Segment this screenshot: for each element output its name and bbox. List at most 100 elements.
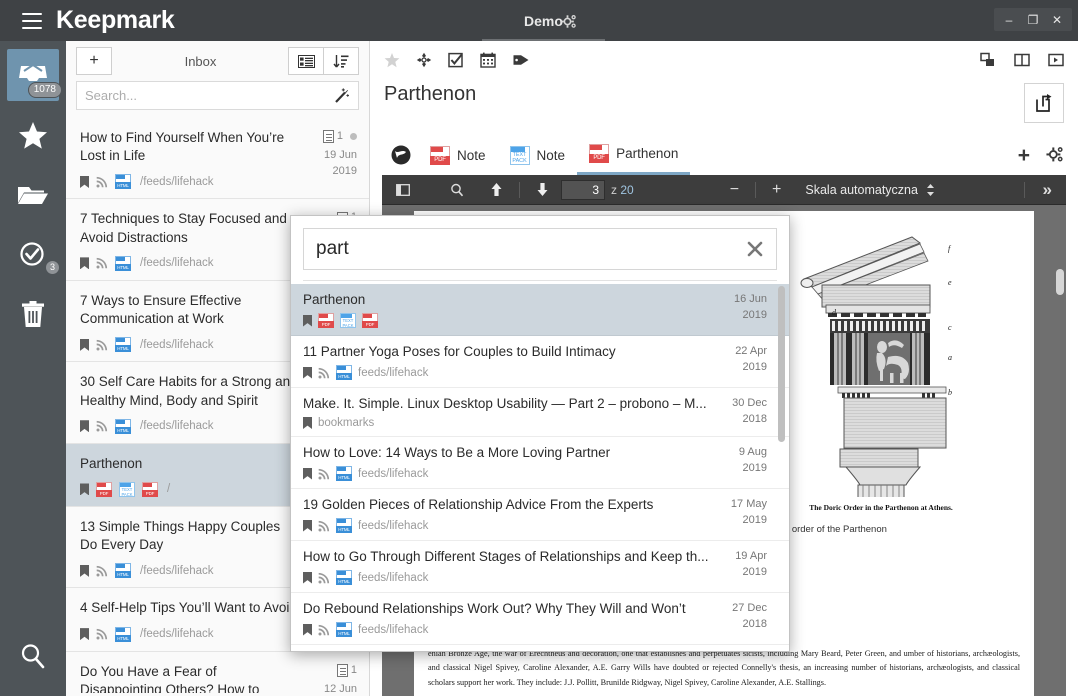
overlay-scrollbar[interactable] (778, 286, 785, 649)
search-result-row[interactable]: How to Go Through Different Stages of Re… (291, 541, 789, 593)
textpack-icon: TEXT PACK (510, 146, 530, 165)
rss-icon (96, 565, 108, 577)
gear-icon[interactable] (561, 14, 577, 30)
bookmark-icon (303, 315, 312, 327)
detail-header: Parthenon (370, 79, 1078, 123)
search-result-row[interactable]: 19 Golden Pieces of Relationship Advice … (291, 489, 789, 541)
tag-icon[interactable] (512, 52, 530, 68)
minimize-button[interactable]: – (998, 11, 1020, 28)
search-result-row[interactable]: ParthenonPDFTEXTPACKPDF16 Jun2019 (291, 284, 789, 336)
share-button[interactable] (1024, 83, 1064, 123)
search-result-date-year: 2019 (715, 565, 767, 581)
maximize-button[interactable]: ❐ (1022, 11, 1044, 28)
checkbox-icon[interactable] (448, 52, 464, 68)
html-icon: HTML (115, 627, 131, 642)
sidebar-toggle-icon[interactable] (390, 183, 416, 197)
sidebar-item-starred[interactable] (7, 109, 59, 161)
search-result-row[interactable]: How to Love: 14 Ways to Be a More Loving… (291, 437, 789, 489)
search-input[interactable] (85, 88, 334, 103)
attachment-tab-2[interactable]: PDF Parthenon (577, 135, 690, 175)
overlay-search-input[interactable] (316, 238, 738, 260)
list-item-date-day: 12 Jun (303, 682, 357, 693)
location-icon[interactable] (416, 52, 432, 68)
rss-icon (96, 339, 108, 351)
search-result-main: 19 Golden Pieces of Relationship Advice … (303, 497, 715, 533)
close-button[interactable]: ✕ (1046, 11, 1068, 28)
sidebar-item-search[interactable] (7, 630, 59, 682)
list-view-icon[interactable] (288, 47, 324, 75)
sidebar-item-inbox[interactable]: 1078 (7, 49, 59, 101)
zoom-out-button[interactable]: − (724, 182, 745, 198)
bookmark-icon (303, 417, 312, 429)
textpack-icon: TEXTPACK (340, 313, 356, 328)
list-item-date-day: 19 Jun (303, 148, 357, 164)
search-overlay: ParthenonPDFTEXTPACKPDF16 Jun201911 Part… (290, 215, 790, 652)
duplicate-icon[interactable] (980, 52, 996, 68)
chevron-double-right-icon[interactable]: » (1037, 181, 1058, 198)
list-title: Inbox (120, 54, 281, 69)
zoom-level-select[interactable]: Skala automatyczna (805, 183, 935, 197)
overlay-search-box[interactable] (303, 228, 777, 270)
overlay-result-list[interactable]: ParthenonPDFTEXTPACKPDF16 Jun201911 Part… (291, 284, 789, 651)
pdf-icon: PDF (142, 482, 158, 497)
sidebar-item-tasks[interactable]: 3 (7, 229, 59, 281)
list-item[interactable]: Do You Have a Fear of Disappointing Othe… (66, 652, 369, 693)
html-icon: HTML (115, 337, 131, 352)
svg-text:a: a (948, 353, 952, 362)
bookmark-icon (303, 367, 312, 379)
overlay-divider (303, 280, 777, 281)
close-icon[interactable] (738, 240, 764, 258)
magic-wand-icon[interactable] (334, 88, 350, 104)
add-item-button[interactable]: + (76, 47, 112, 75)
overlay-results[interactable]: ParthenonPDFTEXTPACKPDF16 Jun201911 Part… (291, 284, 789, 651)
sort-icon[interactable] (323, 47, 359, 75)
panel-right-icon[interactable] (1048, 52, 1064, 68)
attachment-tab-1[interactable]: TEXT PACK Note (498, 135, 578, 175)
search-result-date-year: 2018 (715, 412, 767, 428)
html-icon: HTML (115, 419, 131, 434)
list-item-title: Parthenon (80, 455, 299, 473)
bookmark-icon (80, 628, 89, 640)
pdf-scrollbar[interactable] (1056, 241, 1064, 692)
search-input-wrapper[interactable] (76, 81, 359, 110)
calendar-icon[interactable] (480, 52, 496, 68)
pdf-icon: PDF (318, 313, 334, 328)
unread-dot (350, 133, 357, 140)
sidebar-item-folders[interactable] (7, 169, 59, 221)
rss-icon (96, 420, 108, 432)
list-item-meta: PDFTEXTPACKPDF/ (80, 482, 299, 497)
list-item-main: How to Find Yourself When You’re Lost in… (80, 129, 299, 189)
pdf-scroll-thumb[interactable] (1056, 269, 1064, 295)
star-icon[interactable] (384, 52, 400, 68)
search-result-row[interactable]: Do Rebound Relationships Work Out? Why T… (291, 593, 789, 645)
overlay-scroll-thumb[interactable] (778, 286, 785, 442)
list-item[interactable]: How to Find Yourself When You’re Lost in… (66, 118, 369, 199)
arrow-down-icon[interactable] (530, 182, 555, 197)
search-result-feed: bookmarks (318, 417, 374, 429)
split-view-icon[interactable] (1014, 52, 1030, 68)
plus-icon[interactable]: + (1018, 145, 1030, 166)
sidebar-item-trash[interactable] (7, 289, 59, 341)
pdf-bottom-text: enian Bronze Age, the war of Erechtheus … (428, 647, 1020, 690)
hamburger-icon[interactable] (22, 13, 42, 29)
page-number-input[interactable]: 3 (561, 180, 605, 200)
svg-text:f: f (948, 244, 952, 253)
globe-icon[interactable] (384, 144, 418, 166)
search-result-row[interactable]: Make. It. Simple. Linux Desktop Usabilit… (291, 388, 789, 437)
app-brand: Keepmark (56, 8, 175, 33)
search-result-feed: feeds/lifehack (358, 367, 428, 379)
search-result-row[interactable]: How to Find New Growth Opportunities at … (291, 645, 789, 651)
bookmark-icon (80, 483, 89, 495)
tab-demo[interactable]: Demo (482, 13, 605, 41)
search-result-date: 27 Dec2018 (715, 601, 767, 637)
search-icon[interactable] (444, 183, 470, 197)
arrow-up-icon[interactable] (484, 182, 509, 197)
star-icon (18, 121, 48, 150)
bookmark-icon (80, 176, 89, 188)
gear-icon[interactable] (1046, 146, 1064, 164)
search-result-row[interactable]: 11 Partner Yoga Poses for Couples to Bui… (291, 336, 789, 388)
search-result-meta: HTMLfeeds/lifehack (303, 518, 715, 533)
attachment-label-2: Parthenon (616, 146, 678, 161)
attachment-tab-0[interactable]: PDF Note (418, 135, 498, 175)
zoom-in-button[interactable]: + (766, 182, 787, 198)
